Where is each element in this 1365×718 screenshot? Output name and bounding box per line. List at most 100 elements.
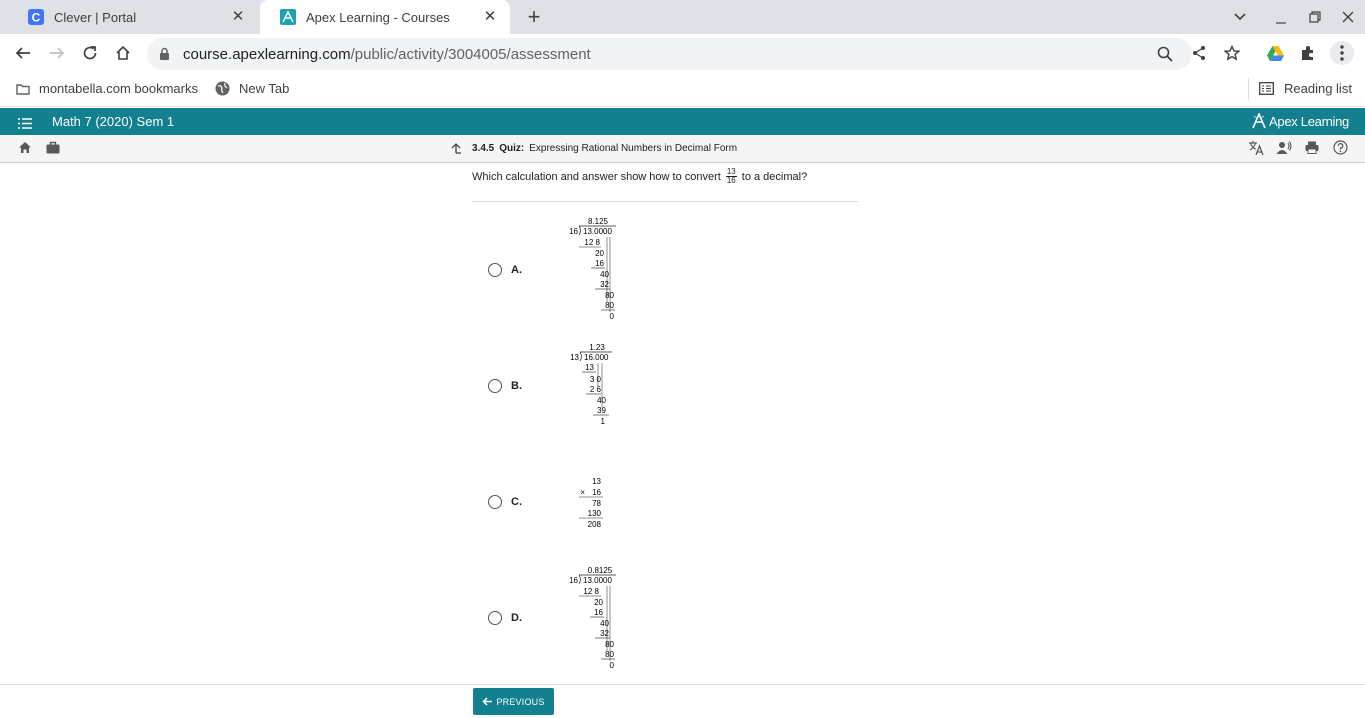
activity-title: Expressing Rational Numbers in Decimal F… xyxy=(529,142,738,154)
option-label: B. xyxy=(511,380,522,392)
omnibox[interactable]: course.apexlearning.com/public/activity/… xyxy=(147,38,1192,70)
close-window-icon[interactable] xyxy=(1338,7,1358,27)
step: 20 xyxy=(594,598,603,607)
question-fraction: 13 16 xyxy=(725,168,737,185)
step: 80 xyxy=(605,650,614,659)
clever-icon: C xyxy=(28,9,44,25)
browser-toolbar: course.apexlearning.com/public/activity/… xyxy=(0,34,1365,72)
divisor: 16 xyxy=(569,227,578,236)
menu-icon[interactable] xyxy=(18,116,32,134)
apex-subheader: 3.4.5 Quiz: Expressing Rational Numbers … xyxy=(0,135,1365,163)
translate-icon[interactable] xyxy=(1248,140,1264,161)
dividend: 13.0000 xyxy=(583,227,612,236)
step: 80 xyxy=(605,640,614,649)
option-label: C. xyxy=(511,496,522,508)
url-text[interactable]: course.apexlearning.com/public/activity/… xyxy=(183,46,591,63)
step: 16 xyxy=(595,259,604,268)
zoom-icon[interactable] xyxy=(1157,46,1173,67)
forward-icon[interactable] xyxy=(47,43,67,63)
long-division-d: 0.8125 16 13.0000 12 8 20 16 40 32 80 80… xyxy=(563,565,623,675)
radio-button-a[interactable] xyxy=(488,263,502,277)
reading-list-button[interactable]: Reading list xyxy=(1259,81,1352,96)
product: 208 xyxy=(588,520,602,529)
folder-icon xyxy=(16,83,30,95)
close-tab-icon[interactable]: ✕ xyxy=(230,9,246,25)
home-icon[interactable] xyxy=(113,43,133,63)
breadcrumb: 3.4.5 Quiz: Expressing Rational Numbers … xyxy=(450,142,737,154)
apex-logo: Apex Learning xyxy=(1252,113,1349,129)
lock-icon[interactable] xyxy=(159,47,170,65)
restore-icon[interactable] xyxy=(1305,7,1325,27)
partial-product: 78 xyxy=(592,499,601,508)
step: 20 xyxy=(595,249,604,258)
tab-search-chevron-icon[interactable] xyxy=(1230,7,1250,27)
step: 2 6 xyxy=(590,385,602,394)
multiplication-c: 13 × 16 78 130 208 xyxy=(574,476,614,534)
step: 40 xyxy=(600,270,609,279)
tab-clever-portal[interactable]: C Clever | Portal ✕ xyxy=(8,0,258,34)
previous-button[interactable]: PREVIOUS xyxy=(473,688,554,715)
text-to-speech-icon[interactable] xyxy=(1276,140,1292,161)
radio-button-b[interactable] xyxy=(488,379,502,393)
fraction-denominator: 16 xyxy=(726,176,736,185)
browser-menu-icon[interactable] xyxy=(1330,41,1354,65)
bookmark-montabella[interactable]: montabella.com bookmarks xyxy=(16,81,198,96)
new-tab-icon[interactable]: + xyxy=(524,4,544,29)
question-text-end: to a decimal? xyxy=(741,170,808,183)
activity-number: 3.4.5 xyxy=(472,142,495,154)
tab-title: Clever | Portal xyxy=(54,9,137,25)
quiz-content: Which calculation and answer show how to… xyxy=(0,164,1365,684)
course-title[interactable]: Math 7 (2020) Sem 1 xyxy=(52,114,174,129)
svg-text:C: C xyxy=(32,11,41,25)
step: 32 xyxy=(600,629,609,638)
option-label: D. xyxy=(511,612,522,624)
reload-icon[interactable] xyxy=(80,43,100,63)
minimize-icon[interactable] xyxy=(1271,8,1291,28)
divisor: 16 xyxy=(569,576,578,585)
tab-apex-courses[interactable]: Apex Learning - Courses ✕ xyxy=(260,0,510,34)
answer-option-a[interactable]: A. xyxy=(488,263,522,277)
bookmark-star-icon[interactable] xyxy=(1222,43,1242,63)
answer-option-d[interactable]: D. xyxy=(488,611,522,625)
up-arrow-icon[interactable] xyxy=(450,142,462,154)
bookmark-label: New Tab xyxy=(239,81,290,96)
google-drive-icon[interactable] xyxy=(1265,43,1285,63)
bookmarks-divider xyxy=(1248,78,1249,100)
quotient: 0.8125 xyxy=(588,566,613,575)
step: 32 xyxy=(600,280,609,289)
factor: 16 xyxy=(592,488,601,497)
share-icon[interactable] xyxy=(1189,43,1209,63)
dividend: 13.0000 xyxy=(583,576,612,585)
step: 40 xyxy=(600,619,609,628)
url-host: course.apexlearning.com xyxy=(183,46,351,63)
home-icon[interactable] xyxy=(18,141,32,159)
bookmark-new-tab[interactable]: New Tab xyxy=(215,81,289,96)
globe-icon xyxy=(215,81,230,96)
step: 40 xyxy=(597,396,606,405)
extensions-icon[interactable] xyxy=(1298,43,1318,63)
print-icon[interactable] xyxy=(1305,141,1319,159)
divisor: 13 xyxy=(570,353,579,362)
radio-button-d[interactable] xyxy=(488,611,502,625)
answer-option-b[interactable]: B. xyxy=(488,379,522,393)
quotient: 8.125 xyxy=(588,217,609,226)
step: 0 xyxy=(610,661,615,670)
activity-type: Quiz: xyxy=(499,142,525,154)
previous-label: PREVIOUS xyxy=(496,696,545,707)
briefcase-icon[interactable] xyxy=(46,141,60,159)
help-icon[interactable] xyxy=(1333,140,1348,160)
question-prompt: Which calculation and answer show how to… xyxy=(472,168,807,185)
step: 12 8 xyxy=(584,238,600,247)
step: 80 xyxy=(605,301,614,310)
url-path: /public/activity/3004005/assessment xyxy=(350,46,591,63)
back-icon[interactable] xyxy=(13,43,33,63)
partial-product: 130 xyxy=(588,509,602,518)
question-divider xyxy=(472,201,858,202)
reading-list-label: Reading list xyxy=(1284,81,1352,96)
close-tab-icon[interactable]: ✕ xyxy=(482,9,498,25)
step: 16 xyxy=(594,608,603,617)
radio-button-c[interactable] xyxy=(488,495,502,509)
bookmark-label: montabella.com bookmarks xyxy=(39,81,198,96)
arrow-left-icon xyxy=(482,697,493,706)
answer-option-c[interactable]: C. xyxy=(488,495,522,509)
